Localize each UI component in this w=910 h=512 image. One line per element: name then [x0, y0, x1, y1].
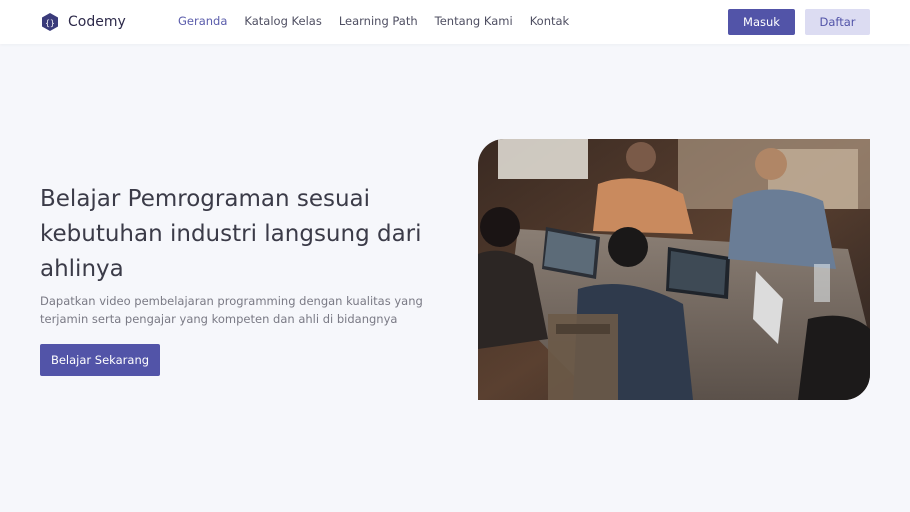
hero-image	[478, 139, 870, 400]
register-button[interactable]: Daftar	[805, 9, 870, 35]
brand-name: Codemy	[68, 14, 126, 30]
nav-link-geranda[interactable]: Geranda	[178, 14, 227, 28]
nav-link-tentang-kami[interactable]: Tentang Kami	[435, 14, 513, 28]
brand[interactable]: {} Codemy	[40, 11, 126, 33]
hero-description: Dapatkan video pembelajaran programming …	[40, 294, 423, 326]
nav-link-kontak[interactable]: Kontak	[530, 14, 570, 28]
hero-title: Belajar Pemrograman sesuai kebutuhan ind…	[40, 186, 422, 282]
nav-links: Geranda Katalog Kelas Learning Path Tent…	[178, 14, 586, 28]
start-learning-button[interactable]: Belajar Sekarang	[40, 344, 160, 376]
svg-text:{}: {}	[45, 19, 55, 28]
nav-link-katalog-kelas[interactable]: Katalog Kelas	[244, 14, 321, 28]
nav-link-learning-path[interactable]: Learning Path	[339, 14, 418, 28]
navbar: {} Codemy Geranda Katalog Kelas Learning…	[0, 0, 910, 44]
login-button[interactable]: Masuk	[728, 9, 795, 35]
code-hexagon-icon: {}	[42, 13, 58, 31]
hero-photo-illustration	[478, 139, 870, 400]
